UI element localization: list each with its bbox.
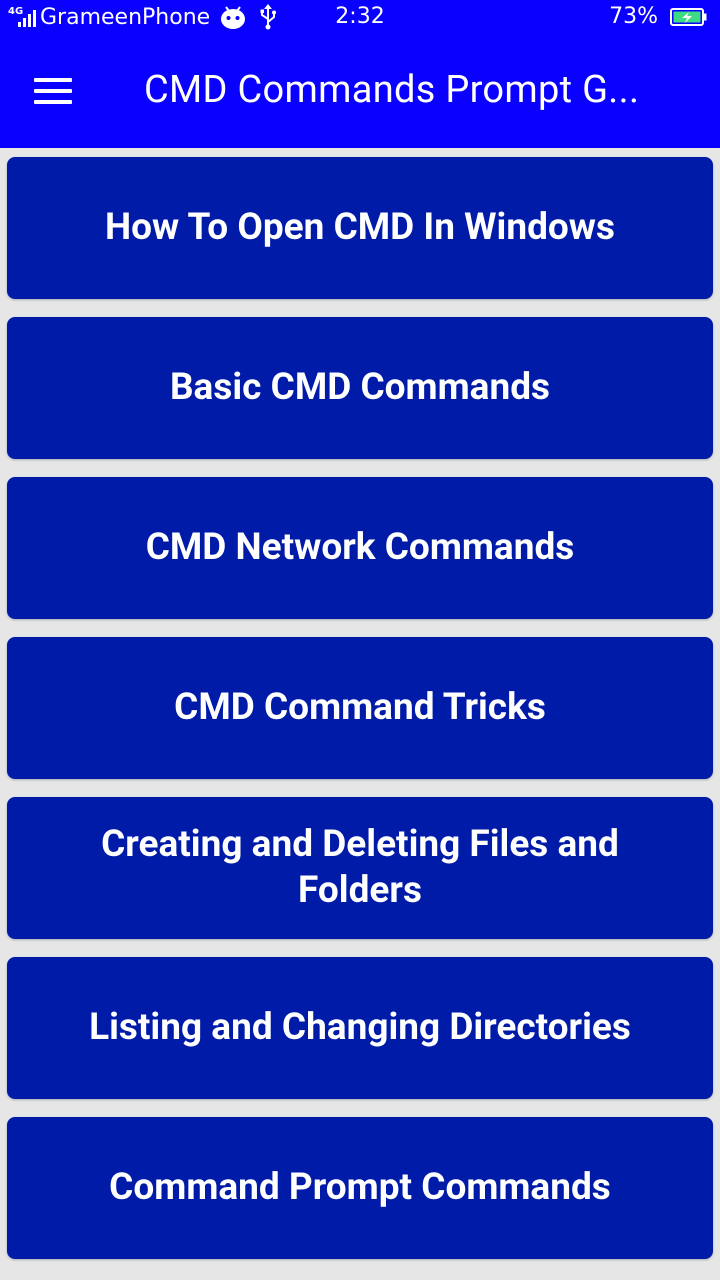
topic-command-tricks-button[interactable]: CMD Command Tricks	[7, 637, 713, 779]
topic-label: CMD Command Tricks	[174, 686, 546, 729]
topic-label: Command Prompt Commands	[109, 1166, 611, 1209]
topic-list: How To Open CMD In Windows Basic CMD Com…	[0, 148, 720, 1259]
status-bar: 4G GrameenPhone 2:32 73%	[0, 0, 720, 36]
topic-prompt-commands-button[interactable]: Command Prompt Commands	[7, 1117, 713, 1259]
topic-label: Basic CMD Commands	[169, 366, 551, 409]
app-title: CMD Commands Prompt G...	[144, 68, 640, 112]
topic-label: CMD Network Commands	[145, 526, 575, 569]
app-bar: CMD Commands Prompt G...	[0, 36, 720, 148]
topic-label: Creating and Deleting Files and Folders	[101, 823, 619, 912]
topic-network-commands-button[interactable]: CMD Network Commands	[7, 477, 713, 619]
status-right: 73%	[609, 4, 708, 29]
topic-directories-button[interactable]: Listing and Changing Directories	[7, 957, 713, 1099]
hamburger-menu-icon[interactable]	[34, 76, 74, 106]
topic-basic-commands-button[interactable]: Basic CMD Commands	[7, 317, 713, 459]
topic-open-cmd-button[interactable]: How To Open CMD In Windows	[7, 157, 713, 299]
battery-percent: 73%	[609, 4, 658, 29]
topic-label: Listing and Changing Directories	[89, 1006, 631, 1049]
battery-charging-icon	[670, 7, 707, 26]
topic-label: How To Open CMD In Windows	[105, 206, 615, 249]
topic-files-folders-button[interactable]: Creating and Deleting Files and Folders	[7, 797, 713, 939]
top-bar: 4G GrameenPhone 2:32 73% CMD Commands Pr…	[0, 0, 720, 148]
